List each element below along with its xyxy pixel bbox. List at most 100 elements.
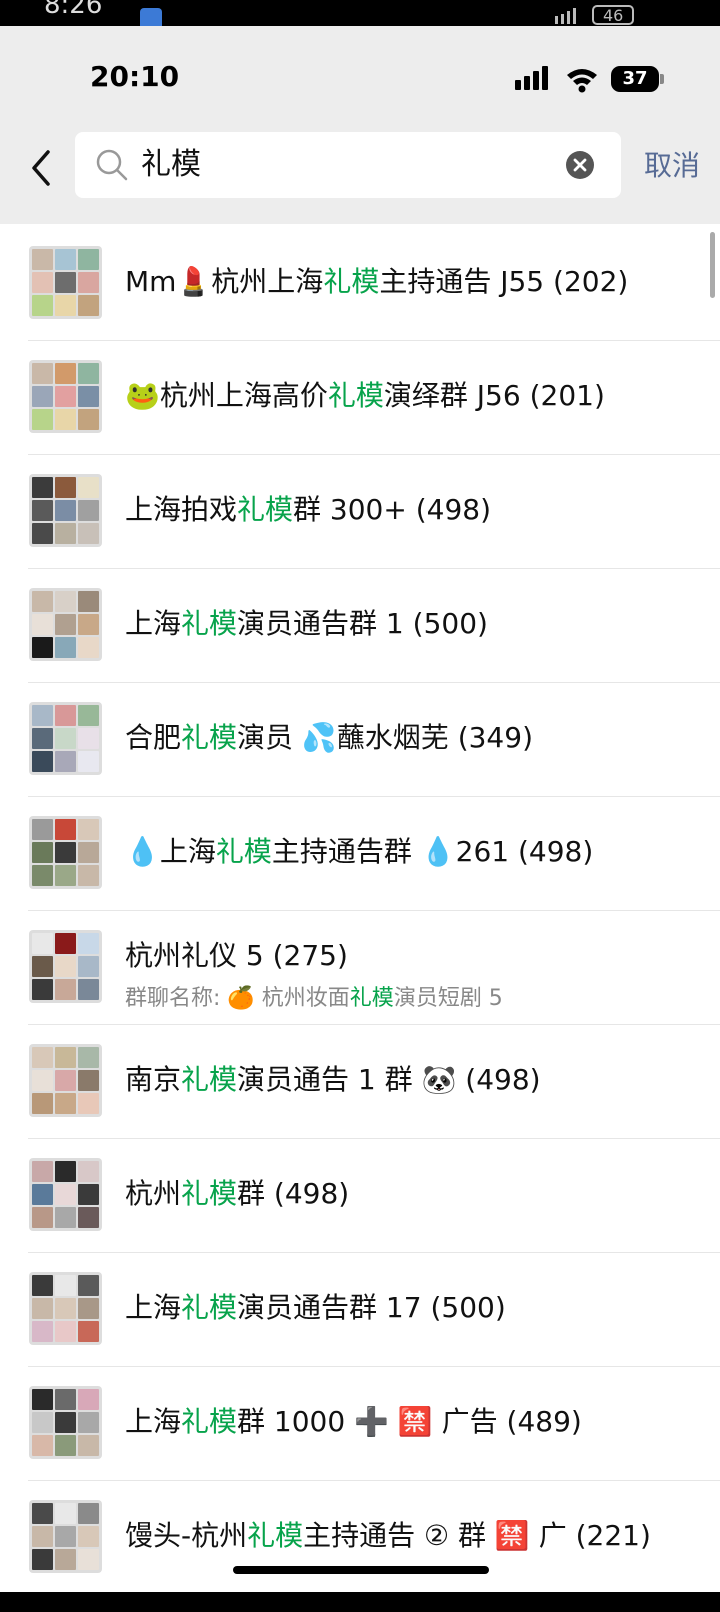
avatar-tile	[55, 1412, 76, 1433]
avatar-tile	[32, 272, 53, 293]
avatar-tile	[78, 705, 99, 726]
avatar-tile	[55, 933, 76, 954]
header: 20:10 37 礼模 取消	[0, 26, 720, 224]
avatar-tile	[32, 1161, 53, 1182]
avatar-tile	[78, 1184, 99, 1205]
list-item[interactable]: 杭州礼模群 (498)	[0, 1136, 720, 1253]
group-name: Mm💄杭州上海礼模主持通告 J55 (202)	[125, 262, 628, 302]
avatar-tile	[55, 865, 76, 886]
avatar-tile	[32, 1503, 53, 1524]
avatar-tile	[32, 500, 53, 521]
avatar-tile	[32, 386, 53, 407]
group-name: 上海礼模演员通告群 17 (500)	[125, 1288, 506, 1328]
search-match: 礼模	[181, 607, 238, 640]
list-item[interactable]: 上海拍戏礼模群 300+ (498)	[0, 452, 720, 569]
group-name-prefix: 💧上海	[125, 835, 216, 868]
avatar-tile	[78, 614, 99, 635]
avatar-tile	[78, 933, 99, 954]
cancel-button[interactable]: 取消	[644, 146, 700, 186]
list-item[interactable]: 合肥礼模演员 💦蘸水烟芜 (349)	[0, 680, 720, 797]
search-match: 礼模	[181, 1291, 238, 1324]
list-item[interactable]: 杭州礼仪 5 (275) 群聊名称: 🍊 杭州妆面礼模演员短剧 5	[0, 908, 720, 1025]
avatar-tile	[55, 272, 76, 293]
avatar-tile	[55, 500, 76, 521]
avatar-tile	[78, 1070, 99, 1091]
avatar-tile	[55, 363, 76, 384]
avatar-tile	[32, 842, 53, 863]
back-icon[interactable]	[26, 146, 62, 190]
group-name-suffix: 群 300+ (498)	[293, 493, 492, 526]
avatar-tile	[55, 705, 76, 726]
avatar-tile	[55, 819, 76, 840]
group-avatar	[29, 588, 102, 661]
group-name: 南京礼模演员通告 1 群 🐼 (498)	[125, 1060, 541, 1100]
group-name-suffix: 主持通告 J55 (202)	[379, 265, 629, 298]
avatar-tile	[55, 523, 76, 544]
avatar-tile	[55, 477, 76, 498]
avatar-tile	[78, 1435, 99, 1456]
home-indicator[interactable]	[233, 1566, 489, 1574]
group-avatar	[29, 246, 102, 319]
group-avatar	[29, 1272, 102, 1345]
avatar-tile	[55, 842, 76, 863]
avatar-tile	[32, 591, 53, 612]
search-box[interactable]: 礼模	[75, 132, 621, 198]
group-name-prefix: 上海	[125, 1405, 182, 1438]
scrollbar[interactable]	[710, 232, 715, 298]
list-item[interactable]: 南京礼模演员通告 1 群 🐼 (498)	[0, 1022, 720, 1139]
search-match: 礼模	[181, 1177, 238, 1210]
wifi-icon	[567, 69, 597, 93]
group-name-suffix: 演员通告 1 群 🐼 (498)	[237, 1063, 541, 1096]
group-avatar	[29, 474, 102, 547]
group-name-suffix: 主持通告 ② 群 🈲 广 (221)	[303, 1519, 651, 1552]
avatar-tile	[32, 295, 53, 316]
search-input[interactable]: 礼模	[141, 132, 541, 198]
avatar-tile	[78, 1047, 99, 1068]
group-name-suffix: 群 (498)	[237, 1177, 350, 1210]
list-item[interactable]: 馒头-杭州礼模主持通告 ② 群 🈲 广 (221)	[0, 1478, 720, 1595]
avatar-tile	[78, 1298, 99, 1319]
avatar-tile	[55, 1093, 76, 1114]
avatar-tile	[55, 614, 76, 635]
list-item[interactable]: 🐸杭州上海高价礼模演绎群 J56 (201)	[0, 338, 720, 455]
clear-search-button[interactable]	[566, 151, 594, 179]
avatar-tile	[32, 979, 53, 1000]
avatar-tile	[32, 1047, 53, 1068]
avatar-tile	[78, 1207, 99, 1228]
avatar-tile	[78, 591, 99, 612]
avatar-tile	[78, 1321, 99, 1342]
close-icon	[573, 158, 587, 172]
battery-tip	[660, 74, 664, 84]
avatar-tile	[55, 1549, 76, 1570]
group-name-prefix: 上海	[125, 607, 182, 640]
avatar-tile	[55, 1503, 76, 1524]
avatar-tile	[32, 865, 53, 886]
avatar-tile	[55, 1161, 76, 1182]
battery-indicator: 37	[611, 66, 659, 92]
list-item[interactable]: Mm💄杭州上海礼模主持通告 J55 (202)	[0, 224, 720, 341]
list-item[interactable]: 💧上海礼模主持通告群 💧261 (498)	[0, 794, 720, 911]
avatar-tile	[55, 1275, 76, 1296]
avatar-tile	[32, 637, 53, 658]
avatar-tile	[32, 614, 53, 635]
group-name: 杭州礼仪 5 (275)	[125, 936, 348, 976]
search-match: 礼模	[237, 493, 294, 526]
avatar-tile	[32, 523, 53, 544]
avatar-tile	[78, 1161, 99, 1182]
bottom-strip	[0, 1592, 720, 1612]
avatar-tile	[55, 1298, 76, 1319]
list-item[interactable]: 上海礼模演员通告群 1 (500)	[0, 566, 720, 683]
avatar-tile	[32, 728, 53, 749]
group-name: 🐸杭州上海高价礼模演绎群 J56 (201)	[125, 376, 605, 416]
avatar-tile	[32, 1093, 53, 1114]
subtitle-match: 礼模	[349, 986, 394, 1011]
notification-icon	[140, 8, 162, 26]
avatar-tile	[55, 1526, 76, 1547]
list-item[interactable]: 上海礼模群 1000 ➕ 🈲 广告 (489)	[0, 1364, 720, 1481]
group-name-prefix: Mm💄杭州上海	[125, 265, 324, 298]
avatar-tile	[32, 1184, 53, 1205]
avatar-tile	[78, 1093, 99, 1114]
avatar-tile	[78, 865, 99, 886]
list-item[interactable]: 上海礼模演员通告群 17 (500)	[0, 1250, 720, 1367]
avatar-tile	[32, 1298, 53, 1319]
